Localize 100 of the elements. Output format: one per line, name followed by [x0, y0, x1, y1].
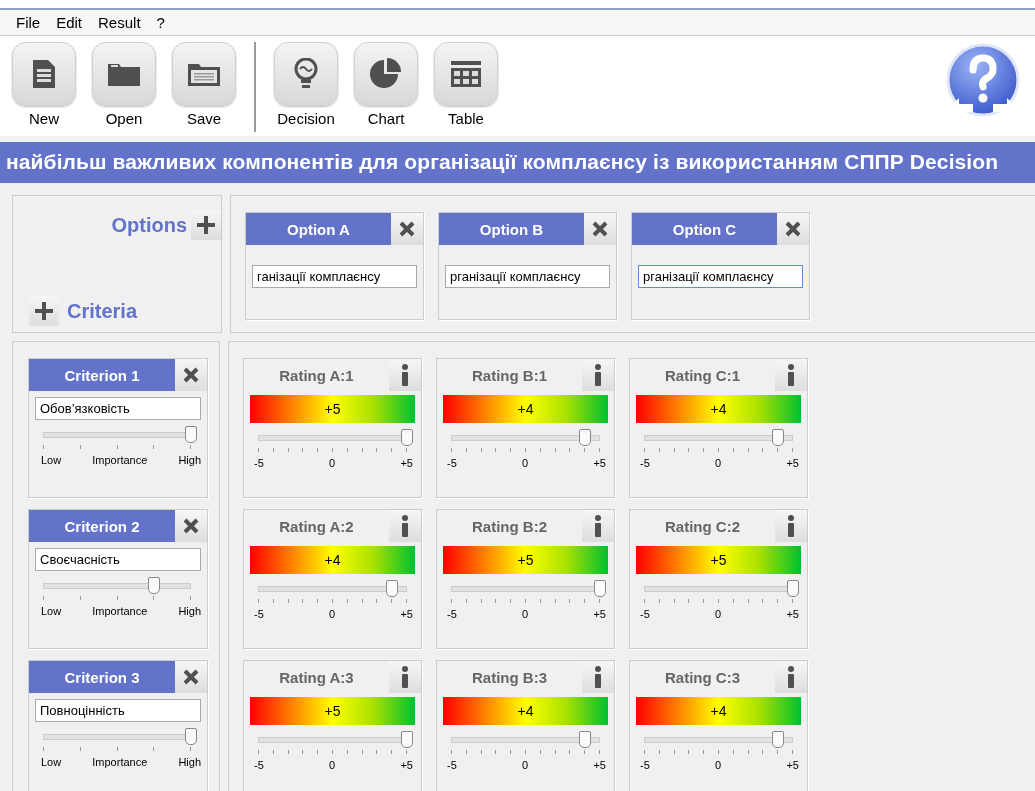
info-icon: [594, 666, 602, 688]
criterion-title: Criterion 2: [29, 510, 175, 542]
scale-label: +5: [786, 759, 799, 771]
info-icon: [787, 364, 795, 386]
plus-icon: [35, 302, 53, 320]
criteria-label: Criteria: [67, 299, 138, 323]
scale-label: -5: [447, 457, 457, 469]
close-icon: [399, 221, 415, 237]
rating-value-bar: +4: [636, 697, 801, 725]
add-criterion-button[interactable]: [29, 296, 59, 326]
scale-label: +5: [400, 759, 413, 771]
scale-label: -5: [640, 759, 650, 771]
rating-title: Rating C:2: [664, 516, 741, 537]
remove-option-button[interactable]: [584, 213, 616, 245]
scale-label: Importance: [92, 454, 148, 466]
text-field[interactable]: Обов’язковість: [35, 397, 201, 420]
remove-criterion-button[interactable]: [175, 359, 207, 391]
scale-label: 0: [329, 608, 336, 620]
text-field[interactable]: рганізації комплаєнсу: [638, 265, 803, 288]
remove-criterion-button[interactable]: [175, 510, 207, 542]
option-title: Option C: [632, 213, 777, 245]
options-label: Options: [111, 213, 187, 237]
rating-title: Rating C:3: [664, 667, 741, 688]
close-icon: [183, 518, 199, 534]
option-title: Option B: [439, 213, 584, 245]
scale-label: 0: [329, 759, 336, 771]
close-icon: [183, 367, 199, 383]
info-icon: [401, 364, 409, 386]
scale-label: +5: [400, 608, 413, 620]
rating-value-bar: +5: [443, 546, 608, 574]
remove-criterion-button[interactable]: [175, 661, 207, 693]
scale-label: -5: [254, 759, 264, 771]
info-icon: [401, 515, 409, 537]
scale-label: -5: [447, 759, 457, 771]
scale-label: -5: [640, 608, 650, 620]
info-button[interactable]: [775, 510, 807, 542]
menu-item[interactable]: ?: [156, 14, 165, 31]
scale-label: High: [178, 605, 201, 617]
scale-label: High: [178, 454, 201, 466]
rating-title: Rating A:3: [278, 667, 355, 688]
text-field[interactable]: Повноцінність: [35, 699, 201, 722]
text-field[interactable]: рганізації комплаєнсу: [445, 265, 610, 288]
pie-chart-icon: [370, 58, 402, 90]
project-title: найбільш важливих компонентів для організації комплаєнсу із використанням СППР Decision: [0, 142, 1035, 183]
rating-value-bar: +5: [636, 546, 801, 574]
info-icon: [787, 515, 795, 537]
close-icon: [592, 221, 608, 237]
close-icon: [183, 669, 199, 685]
info-icon: [594, 364, 602, 386]
plus-icon: [197, 216, 215, 234]
close-icon: [785, 221, 801, 237]
info-icon: [594, 515, 602, 537]
info-button[interactable]: [389, 661, 421, 693]
rating-value-bar: +5: [250, 395, 415, 423]
scale-label: +5: [593, 457, 606, 469]
rating-title: Rating A:2: [278, 516, 355, 537]
rating-value-bar: +4: [636, 395, 801, 423]
scale-label: +5: [786, 457, 799, 469]
info-button[interactable]: [389, 510, 421, 542]
scale-label: 0: [522, 608, 529, 620]
info-button[interactable]: [389, 359, 421, 391]
remove-option-button[interactable]: [777, 213, 809, 245]
remove-option-button[interactable]: [391, 213, 423, 245]
scale-label: 0: [522, 457, 529, 469]
scale-label: High: [178, 756, 201, 768]
scale-label: +5: [400, 457, 413, 469]
menu-item[interactable]: Result: [98, 14, 141, 31]
rating-title: Rating B:1: [471, 365, 548, 386]
info-icon: [401, 666, 409, 688]
menu-item[interactable]: File: [16, 14, 41, 31]
scale-label: +5: [593, 759, 606, 771]
option-title: Option A: [246, 213, 391, 245]
info-button[interactable]: [582, 359, 614, 391]
menu-item[interactable]: Edit: [56, 14, 83, 31]
lightbulb-icon: [294, 58, 318, 90]
scale-label: 0: [522, 759, 529, 771]
folder-icon: [108, 62, 140, 86]
scale-label: -5: [640, 457, 650, 469]
text-field[interactable]: Своєчасність: [35, 548, 201, 571]
criterion-title: Criterion 1: [29, 359, 175, 391]
rating-value-bar: +4: [443, 697, 608, 725]
rating-title: Rating B:2: [471, 516, 548, 537]
rating-title: Rating B:3: [471, 667, 548, 688]
info-button[interactable]: [775, 661, 807, 693]
info-button[interactable]: [582, 510, 614, 542]
text-field[interactable]: ганізації комплаєнсу: [252, 265, 417, 288]
rating-value-bar: +4: [250, 546, 415, 574]
info-button[interactable]: [775, 359, 807, 391]
add-option-button[interactable]: [191, 210, 221, 240]
scale-label: 0: [715, 457, 722, 469]
scale-label: 0: [715, 759, 722, 771]
rating-value-bar: +5: [250, 697, 415, 725]
scale-label: -5: [254, 457, 264, 469]
info-button[interactable]: [582, 661, 614, 693]
scale-label: 0: [329, 457, 336, 469]
scale-label: -5: [254, 608, 264, 620]
rating-title: Rating A:1: [278, 365, 355, 386]
table-icon: [451, 61, 481, 87]
scale-label: Importance: [92, 756, 148, 768]
scale-label: 0: [715, 608, 722, 620]
